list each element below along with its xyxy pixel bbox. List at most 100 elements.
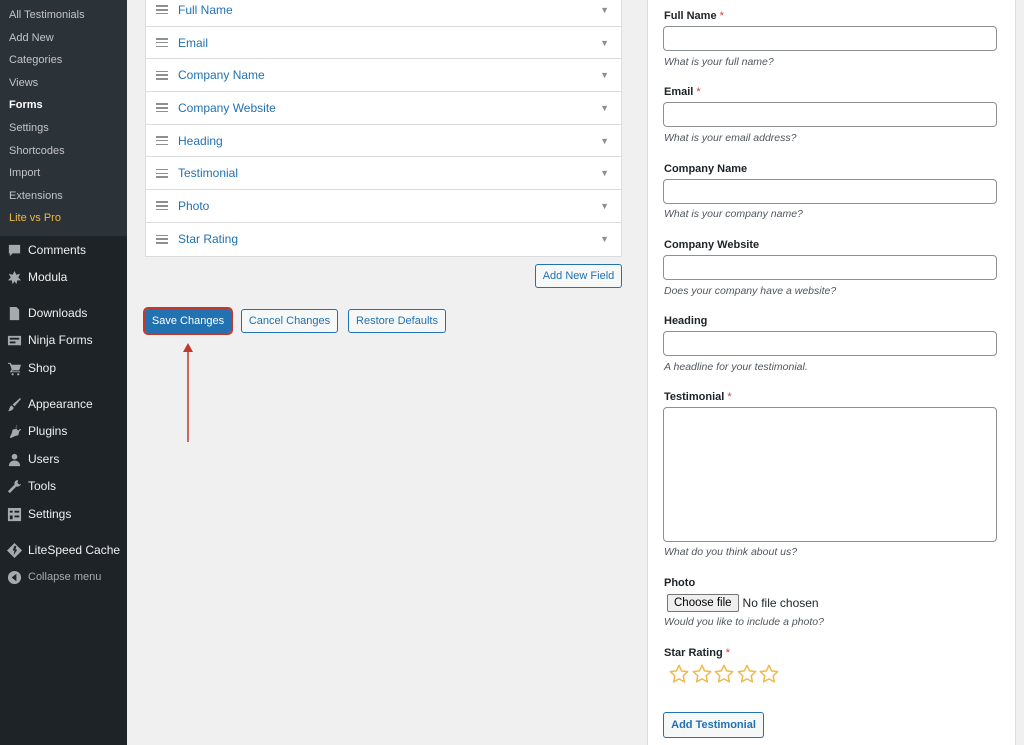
menu-item-label: Modula — [28, 270, 68, 284]
menu-item-downloads[interactable]: Downloads — [0, 300, 127, 326]
company-name-label: Company Name — [664, 163, 748, 175]
submenu-item-settings[interactable]: Settings — [0, 117, 127, 140]
field-name[interactable]: Heading — [178, 134, 600, 148]
submenu-item-add-new[interactable]: Add New — [0, 27, 127, 50]
company-website-label: Company Website — [664, 239, 760, 251]
testimonial-description: What do you think about us? — [664, 546, 798, 558]
company-name-description: What is your company name? — [664, 208, 803, 220]
required-mark: * — [719, 10, 724, 22]
company-name-input[interactable] — [663, 179, 997, 204]
menu-item-ninja-forms[interactable]: Ninja Forms — [0, 327, 127, 353]
field-name[interactable]: Testimonial — [178, 166, 600, 180]
expand-arrow-icon[interactable]: ▼ — [600, 5, 609, 15]
menu-item-label: Settings — [28, 507, 72, 521]
menu-item-label: Users — [28, 452, 60, 466]
field-name[interactable]: Company Website — [178, 101, 600, 115]
email-input[interactable] — [663, 102, 997, 127]
submenu-item-all-testimonials[interactable]: All Testimonials — [0, 4, 127, 27]
collapse-menu-button[interactable]: Collapse menu — [0, 564, 127, 590]
menu-item-settings[interactable]: Settings — [0, 501, 127, 527]
menu-item-appearance[interactable]: Appearance — [0, 391, 127, 417]
star-icon[interactable] — [713, 663, 736, 685]
menu-item-label: LiteSpeed Cache — [28, 543, 121, 557]
star-icon[interactable] — [758, 663, 781, 685]
menu-item-modula[interactable]: Modula — [0, 264, 127, 290]
menu-item-label: Appearance — [28, 397, 93, 411]
expand-arrow-icon[interactable]: ▼ — [600, 103, 609, 113]
field-row-email[interactable]: Email ▼ — [146, 27, 621, 60]
add-new-field-button[interactable]: Add New Field — [535, 264, 622, 288]
heading-input[interactable] — [663, 331, 997, 356]
menu-item-users[interactable]: Users — [0, 446, 127, 472]
field-row-star-rating[interactable]: Star Rating ▼ — [146, 223, 621, 256]
star-icon[interactable] — [668, 663, 691, 685]
add-testimonial-button[interactable]: Add Testimonial — [663, 712, 764, 738]
comments-icon — [6, 242, 22, 258]
company-website-description: Does your company have a website? — [664, 285, 837, 297]
drag-handle-icon[interactable] — [156, 168, 168, 178]
expand-arrow-icon[interactable]: ▼ — [600, 168, 609, 178]
menu-item-shop[interactable]: Shop — [0, 355, 127, 381]
drag-handle-icon[interactable] — [156, 5, 168, 15]
menu-item-litespeed-cache[interactable]: LiteSpeed Cache — [0, 537, 127, 563]
shop-cart-icon — [6, 360, 22, 376]
full-name-input[interactable] — [663, 26, 997, 51]
field-row-testimonial[interactable]: Testimonial ▼ — [146, 157, 621, 191]
drag-handle-icon[interactable] — [156, 234, 168, 244]
menu-item-label: Comments — [28, 243, 87, 257]
field-row-full-name[interactable]: Full Name ▼ — [146, 0, 621, 27]
drag-handle-icon[interactable] — [156, 136, 168, 146]
litespeed-icon — [6, 542, 22, 558]
required-mark: * — [696, 86, 701, 98]
menu-item-comments[interactable]: Comments — [0, 237, 127, 263]
submenu-item-lite-vs-pro[interactable]: Lite vs Pro — [0, 207, 127, 230]
restore-defaults-button[interactable]: Restore Defaults — [348, 309, 446, 333]
submenu-item-forms[interactable]: Forms — [0, 94, 127, 117]
submenu-item-import[interactable]: Import — [0, 162, 127, 185]
cancel-changes-button[interactable]: Cancel Changes — [241, 309, 338, 333]
menu-item-plugins[interactable]: Plugins — [0, 418, 127, 444]
modula-icon — [6, 269, 22, 285]
full-name-description: What is your full name? — [664, 56, 774, 68]
star-icon[interactable] — [691, 663, 714, 685]
expand-arrow-icon[interactable]: ▼ — [600, 234, 609, 244]
submenu-item-shortcodes[interactable]: Shortcodes — [0, 140, 127, 163]
field-name[interactable]: Star Rating — [178, 232, 600, 246]
email-label: Email * — [664, 86, 701, 98]
drag-handle-icon[interactable] — [156, 201, 168, 211]
field-name[interactable]: Photo — [178, 199, 600, 213]
submenu-item-extensions[interactable]: Extensions — [0, 185, 127, 208]
star-rating-label: Star Rating * — [664, 647, 730, 659]
field-row-heading[interactable]: Heading ▼ — [146, 125, 621, 158]
testimonial-textarea[interactable] — [663, 407, 997, 542]
downloads-icon — [6, 305, 22, 321]
menu-item-label: Plugins — [28, 424, 68, 438]
choose-file-button[interactable]: Choose file — [667, 594, 739, 612]
expand-arrow-icon[interactable]: ▼ — [600, 70, 609, 80]
photo-label: Photo — [664, 577, 696, 589]
field-name[interactable]: Email — [178, 36, 600, 50]
star-icon[interactable] — [736, 663, 759, 685]
photo-file-input: Choose file No file chosen — [667, 594, 819, 612]
menu-item-label: Ninja Forms — [28, 333, 93, 347]
drag-handle-icon[interactable] — [156, 103, 168, 113]
drag-handle-icon[interactable] — [156, 38, 168, 48]
expand-arrow-icon[interactable]: ▼ — [600, 38, 609, 48]
company-website-input[interactable] — [663, 255, 997, 280]
drag-handle-icon[interactable] — [156, 70, 168, 80]
save-changes-button[interactable]: Save Changes — [143, 307, 233, 335]
star-rating-input — [668, 663, 781, 685]
menu-item-tools[interactable]: Tools — [0, 473, 127, 499]
field-name[interactable]: Company Name — [178, 68, 600, 82]
tools-wrench-icon — [6, 478, 22, 494]
plugins-icon — [6, 423, 22, 439]
field-row-company-name[interactable]: Company Name ▼ — [146, 59, 621, 93]
expand-arrow-icon[interactable]: ▼ — [600, 201, 609, 211]
expand-arrow-icon[interactable]: ▼ — [600, 136, 609, 146]
menu-item-label: Shop — [28, 361, 57, 375]
field-name[interactable]: Full Name — [178, 3, 600, 17]
field-row-photo[interactable]: Photo ▼ — [146, 190, 621, 223]
submenu-item-categories[interactable]: Categories — [0, 49, 127, 72]
field-row-company-website[interactable]: Company Website ▼ — [146, 92, 621, 125]
submenu-item-views[interactable]: Views — [0, 72, 127, 95]
